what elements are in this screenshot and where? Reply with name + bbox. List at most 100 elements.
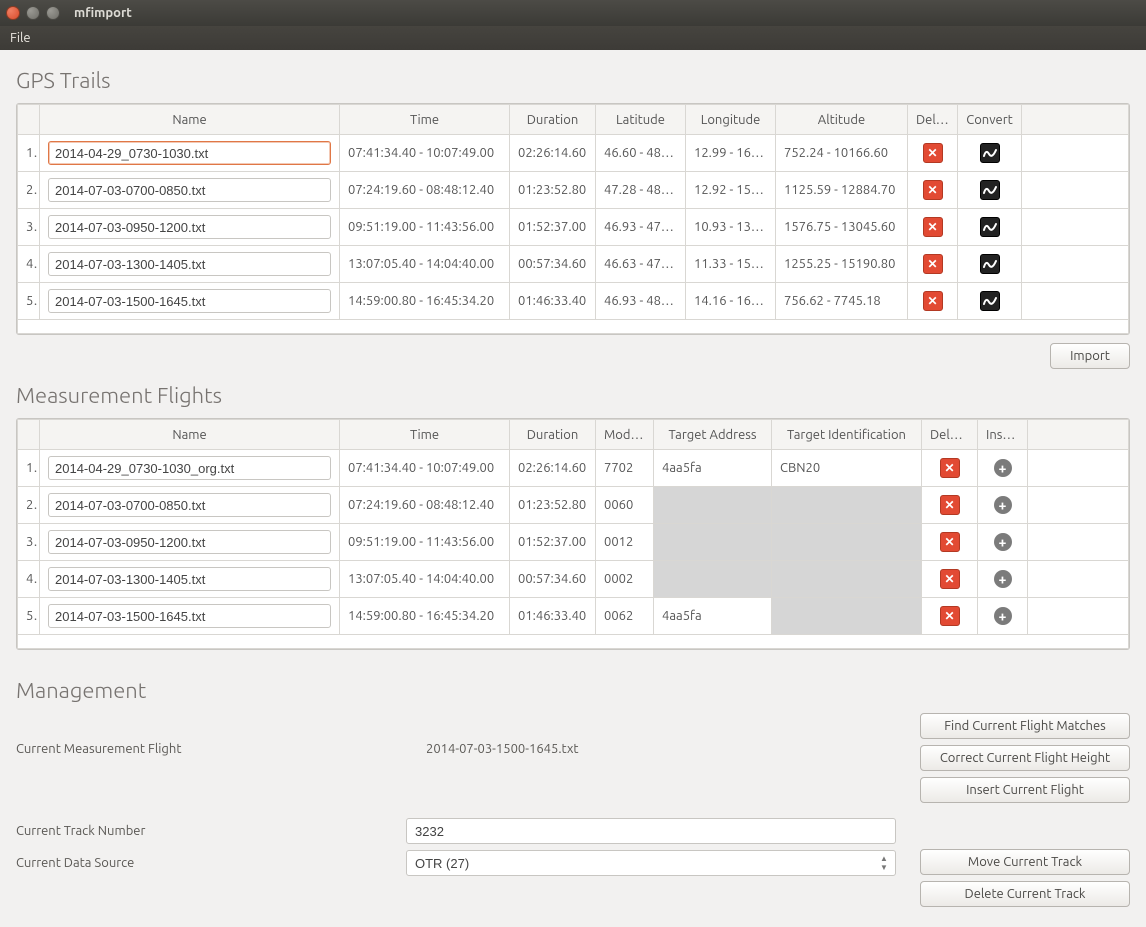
table-row: 207:24:19.60 - 08:48:12.4001:23:52.8047.… xyxy=(18,172,1129,209)
delete-icon[interactable]: ✕ xyxy=(940,495,960,515)
menu-file[interactable]: File xyxy=(10,31,31,45)
flight-name-input[interactable] xyxy=(48,456,331,480)
convert-icon[interactable] xyxy=(980,254,1000,274)
target-address-cell: 4aa5fa xyxy=(654,450,772,487)
alt-cell: 1125.59 - 12884.70 xyxy=(776,172,908,209)
table-row: 514:59:00.80 - 16:45:34.2001:46:33.40006… xyxy=(18,598,1129,635)
convert-cell xyxy=(958,172,1022,209)
gps-h-alt[interactable]: Altitude xyxy=(776,105,908,135)
mgmt-label-current-flight: Current Measurement Flight xyxy=(16,742,406,756)
insert-icon[interactable]: + xyxy=(994,459,1012,477)
table-row: 107:41:34.40 - 10:07:49.0002:26:14.60770… xyxy=(18,450,1129,487)
table-row: 514:59:00.80 - 16:45:34.2001:46:33.4046.… xyxy=(18,283,1129,320)
delete-cell: ✕ xyxy=(908,135,958,172)
delete-icon[interactable]: ✕ xyxy=(940,458,960,478)
delete-icon[interactable]: ✕ xyxy=(923,291,943,311)
delete-icon[interactable]: ✕ xyxy=(923,180,943,200)
name-cell xyxy=(40,450,340,487)
gps-name-input[interactable] xyxy=(48,215,331,239)
delete-cell: ✕ xyxy=(922,487,978,524)
convert-cell xyxy=(958,209,1022,246)
lon-cell: 12.92 - 15.09 xyxy=(686,172,776,209)
fl-h-delete[interactable]: Delete xyxy=(922,420,978,450)
convert-icon[interactable] xyxy=(980,143,1000,163)
alt-cell: 756.62 - 7745.18 xyxy=(776,283,908,320)
blank-cell xyxy=(1022,283,1129,320)
delete-icon[interactable]: ✕ xyxy=(923,217,943,237)
table-row: 413:07:05.40 - 14:04:40.0000:57:34.6046.… xyxy=(18,246,1129,283)
duration-cell: 01:52:37.00 xyxy=(510,209,596,246)
window-minimize-button[interactable] xyxy=(26,6,40,20)
gps-h-rownum xyxy=(18,105,40,135)
insert-flight-button[interactable]: Insert Current Flight xyxy=(920,777,1130,803)
lat-cell: 46.93 - 47.84 xyxy=(596,209,686,246)
correct-height-button[interactable]: Correct Current Flight Height xyxy=(920,745,1130,771)
flight-name-input[interactable] xyxy=(48,567,331,591)
row-number: 2 xyxy=(18,172,40,209)
fl-h-blank xyxy=(1028,420,1129,450)
flights-header-row: Name Time Duration Mode A Target Address… xyxy=(18,420,1129,450)
fl-h-duration[interactable]: Duration xyxy=(510,420,596,450)
delete-icon[interactable]: ✕ xyxy=(940,606,960,626)
find-matches-button[interactable]: Find Current Flight Matches xyxy=(920,713,1130,739)
move-track-button[interactable]: Move Current Track xyxy=(920,849,1130,875)
insert-cell: + xyxy=(978,524,1028,561)
gps-h-lon[interactable]: Longitude xyxy=(686,105,776,135)
fl-h-addr[interactable]: Target Address xyxy=(654,420,772,450)
target-address-cell xyxy=(654,524,772,561)
fl-h-ident[interactable]: Target Identification xyxy=(772,420,922,450)
mgmt-label-data-source: Current Data Source xyxy=(16,856,406,870)
mgmt-label-track-number: Current Track Number xyxy=(16,824,406,838)
blank-cell xyxy=(1022,209,1129,246)
flight-name-input[interactable] xyxy=(48,604,331,628)
convert-icon[interactable] xyxy=(980,180,1000,200)
delete-track-button[interactable]: Delete Current Track xyxy=(920,881,1130,907)
duration-cell: 02:26:14.60 xyxy=(510,135,596,172)
fl-h-time[interactable]: Time xyxy=(340,420,510,450)
current-track-number-input[interactable] xyxy=(406,818,896,844)
gps-h-time[interactable]: Time xyxy=(340,105,510,135)
delete-icon[interactable]: ✕ xyxy=(923,254,943,274)
gps-h-duration[interactable]: Duration xyxy=(510,105,596,135)
fl-h-insert[interactable]: Insert xyxy=(978,420,1028,450)
fl-h-modea[interactable]: Mode A xyxy=(596,420,654,450)
gps-h-lat[interactable]: Latitude xyxy=(596,105,686,135)
flight-name-input[interactable] xyxy=(48,530,331,554)
gps-h-blank xyxy=(1022,105,1129,135)
gps-name-input[interactable] xyxy=(48,289,331,313)
gps-name-input[interactable] xyxy=(48,178,331,202)
insert-icon[interactable]: + xyxy=(994,570,1012,588)
gps-name-input[interactable] xyxy=(48,141,331,165)
delete-icon[interactable]: ✕ xyxy=(940,532,960,552)
target-address-cell xyxy=(654,561,772,598)
delete-icon[interactable]: ✕ xyxy=(940,569,960,589)
time-cell: 07:24:19.60 - 08:48:12.40 xyxy=(340,172,510,209)
insert-icon[interactable]: + xyxy=(994,533,1012,551)
row-number: 5 xyxy=(18,283,40,320)
select-stepper-icon[interactable]: ▲▼ xyxy=(876,852,892,874)
table-row: 413:07:05.40 - 14:04:40.0000:57:34.60000… xyxy=(18,561,1129,598)
flight-name-input[interactable] xyxy=(48,493,331,517)
convert-icon[interactable] xyxy=(980,217,1000,237)
delete-cell: ✕ xyxy=(922,450,978,487)
delete-icon[interactable]: ✕ xyxy=(923,143,943,163)
convert-icon[interactable] xyxy=(980,291,1000,311)
window-maximize-button[interactable] xyxy=(46,6,60,20)
name-cell xyxy=(40,524,340,561)
blank-cell xyxy=(1028,598,1129,635)
insert-icon[interactable]: + xyxy=(994,607,1012,625)
gps-h-name[interactable]: Name xyxy=(40,105,340,135)
window-close-button[interactable] xyxy=(6,6,20,20)
insert-icon[interactable]: + xyxy=(994,496,1012,514)
gps-name-input[interactable] xyxy=(48,252,331,276)
gps-h-convert[interactable]: Convert xyxy=(958,105,1022,135)
import-button[interactable]: Import xyxy=(1050,343,1130,369)
current-data-source-select[interactable] xyxy=(406,850,896,876)
insert-cell: + xyxy=(978,598,1028,635)
name-cell xyxy=(40,172,340,209)
gps-h-delete[interactable]: Delete xyxy=(908,105,958,135)
duration-cell: 01:52:37.00 xyxy=(510,524,596,561)
insert-cell: + xyxy=(978,487,1028,524)
convert-cell xyxy=(958,283,1022,320)
fl-h-name[interactable]: Name xyxy=(40,420,340,450)
